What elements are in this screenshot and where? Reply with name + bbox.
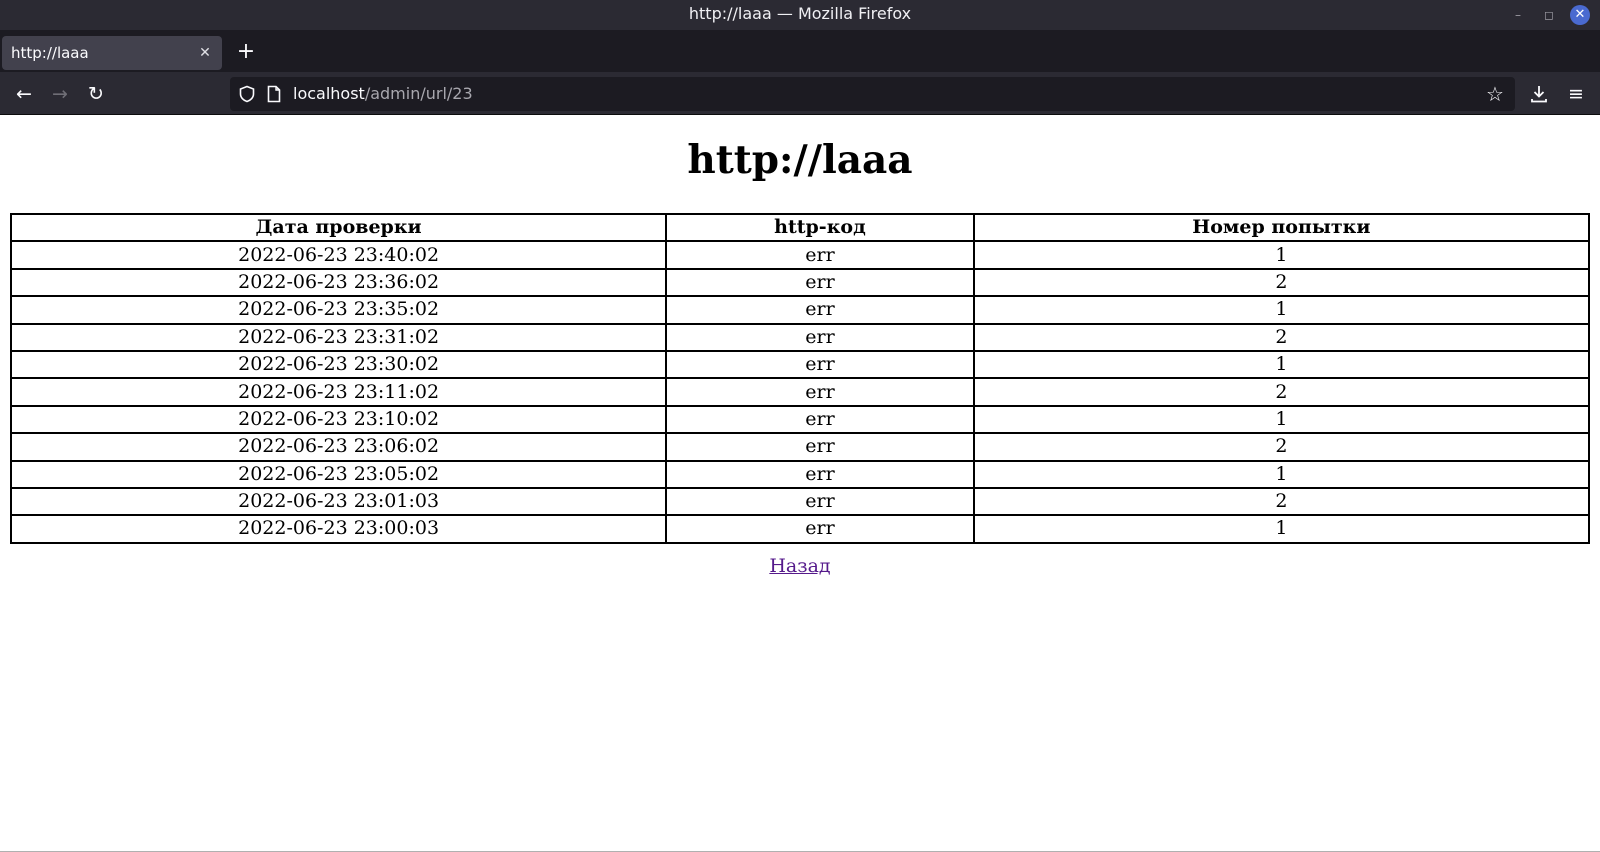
cell-http-code: err — [665, 295, 975, 325]
cell-http-code: err — [665, 377, 975, 407]
cell-attempt-number: 1 — [972, 404, 1591, 435]
cell-http-code: err — [665, 514, 975, 544]
cell-check-date: 2022-06-23 23:05:02 — [9, 459, 668, 489]
cell-attempt-number: 2 — [972, 267, 1591, 298]
cell-http-code: err — [665, 432, 975, 462]
page-info-icon[interactable] — [266, 85, 282, 103]
checks-table: Дата проверки http-код Номер попытки 202… — [9, 212, 1591, 544]
cell-attempt-number: 2 — [972, 432, 1591, 462]
table-row: 2022-06-23 23:35:02 err 1 — [9, 295, 1591, 325]
cell-attempt-number: 2 — [972, 486, 1591, 517]
column-header-attempt: Номер попытки — [972, 212, 1591, 243]
tab-active[interactable]: http://laaa ✕ — [2, 36, 222, 70]
window-titlebar: http://laaa — Mozilla Firefox – ◻ ✕ — [0, 0, 1600, 30]
cell-check-date: 2022-06-23 23:40:02 — [9, 240, 668, 270]
cell-attempt-number: 2 — [972, 322, 1591, 352]
tab-bar: http://laaa ✕ + — [0, 30, 1600, 72]
cell-http-code: err — [665, 404, 975, 435]
cell-http-code: err — [665, 322, 975, 352]
table-header-row: Дата проверки http-код Номер попытки — [9, 212, 1591, 243]
minimize-icon[interactable]: – — [1508, 5, 1528, 25]
url-path: /admin/url/23 — [364, 84, 473, 103]
new-tab-icon[interactable]: + — [234, 41, 258, 65]
bookmark-star-icon[interactable]: ☆ — [1483, 82, 1507, 106]
column-header-http-code: http-код — [665, 212, 975, 243]
cell-check-date: 2022-06-23 23:35:02 — [9, 295, 668, 325]
table-row: 2022-06-23 23:10:02 err 1 — [9, 404, 1591, 435]
cell-check-date: 2022-06-23 23:06:02 — [9, 432, 668, 462]
address-bar[interactable]: localhost/admin/url/23 ☆ — [230, 77, 1515, 111]
shield-icon[interactable] — [238, 85, 256, 103]
back-arrow-icon[interactable]: ← — [10, 80, 38, 108]
back-link-container: Назад — [0, 555, 1600, 577]
table-row: 2022-06-23 23:30:02 err 1 — [9, 349, 1591, 380]
url-text[interactable]: localhost/admin/url/23 — [293, 77, 473, 111]
table-row: 2022-06-23 23:11:02 err 2 — [9, 377, 1591, 407]
cell-attempt-number: 1 — [972, 459, 1591, 489]
table-row: 2022-06-23 23:05:02 err 1 — [9, 459, 1591, 489]
table-row: 2022-06-23 23:01:03 err 2 — [9, 486, 1591, 517]
cell-attempt-number: 1 — [972, 514, 1591, 544]
cell-check-date: 2022-06-23 23:11:02 — [9, 377, 668, 407]
column-header-date: Дата проверки — [9, 212, 668, 243]
url-host: localhost — [293, 84, 365, 103]
cell-check-date: 2022-06-23 23:30:02 — [9, 349, 668, 380]
hamburger-menu-icon[interactable]: ≡ — [1562, 80, 1590, 108]
cell-check-date: 2022-06-23 23:31:02 — [9, 322, 668, 352]
table-row: 2022-06-23 23:31:02 err 2 — [9, 322, 1591, 352]
download-icon[interactable] — [1525, 80, 1553, 108]
window-title: http://laaa — Mozilla Firefox — [688, 4, 912, 23]
back-link[interactable]: Назад — [769, 555, 830, 577]
cell-attempt-number: 1 — [972, 295, 1591, 325]
navigation-toolbar: ← → ↻ localhost/admin/url/23 ☆ ≡ — [0, 72, 1600, 115]
tab-label: http://laaa — [11, 44, 89, 62]
cell-http-code: err — [665, 349, 975, 380]
tab-close-icon[interactable]: ✕ — [196, 44, 214, 62]
cell-attempt-number: 1 — [972, 240, 1591, 270]
table-row: 2022-06-23 23:36:02 err 2 — [9, 267, 1591, 298]
maximize-icon[interactable]: ◻ — [1539, 5, 1559, 25]
cell-http-code: err — [665, 459, 975, 489]
cell-check-date: 2022-06-23 23:00:03 — [9, 514, 668, 544]
reload-icon[interactable]: ↻ — [82, 80, 110, 108]
cell-check-date: 2022-06-23 23:10:02 — [9, 404, 668, 435]
page-content: http://laaa Дата проверки http-код Номер… — [0, 115, 1600, 852]
page-title: http://laaa — [687, 137, 913, 183]
cell-check-date: 2022-06-23 23:36:02 — [9, 267, 668, 298]
table-row: 2022-06-23 23:06:02 err 2 — [9, 432, 1591, 462]
table-row: 2022-06-23 23:00:03 err 1 — [9, 514, 1591, 544]
forward-arrow-icon[interactable]: → — [46, 80, 74, 108]
cell-http-code: err — [665, 486, 975, 517]
cell-attempt-number: 2 — [972, 377, 1591, 407]
cell-attempt-number: 1 — [972, 349, 1591, 380]
close-window-icon[interactable]: ✕ — [1570, 5, 1590, 25]
cell-http-code: err — [665, 240, 975, 270]
cell-http-code: err — [665, 267, 975, 298]
cell-check-date: 2022-06-23 23:01:03 — [9, 486, 668, 517]
table-row: 2022-06-23 23:40:02 err 1 — [9, 240, 1591, 270]
